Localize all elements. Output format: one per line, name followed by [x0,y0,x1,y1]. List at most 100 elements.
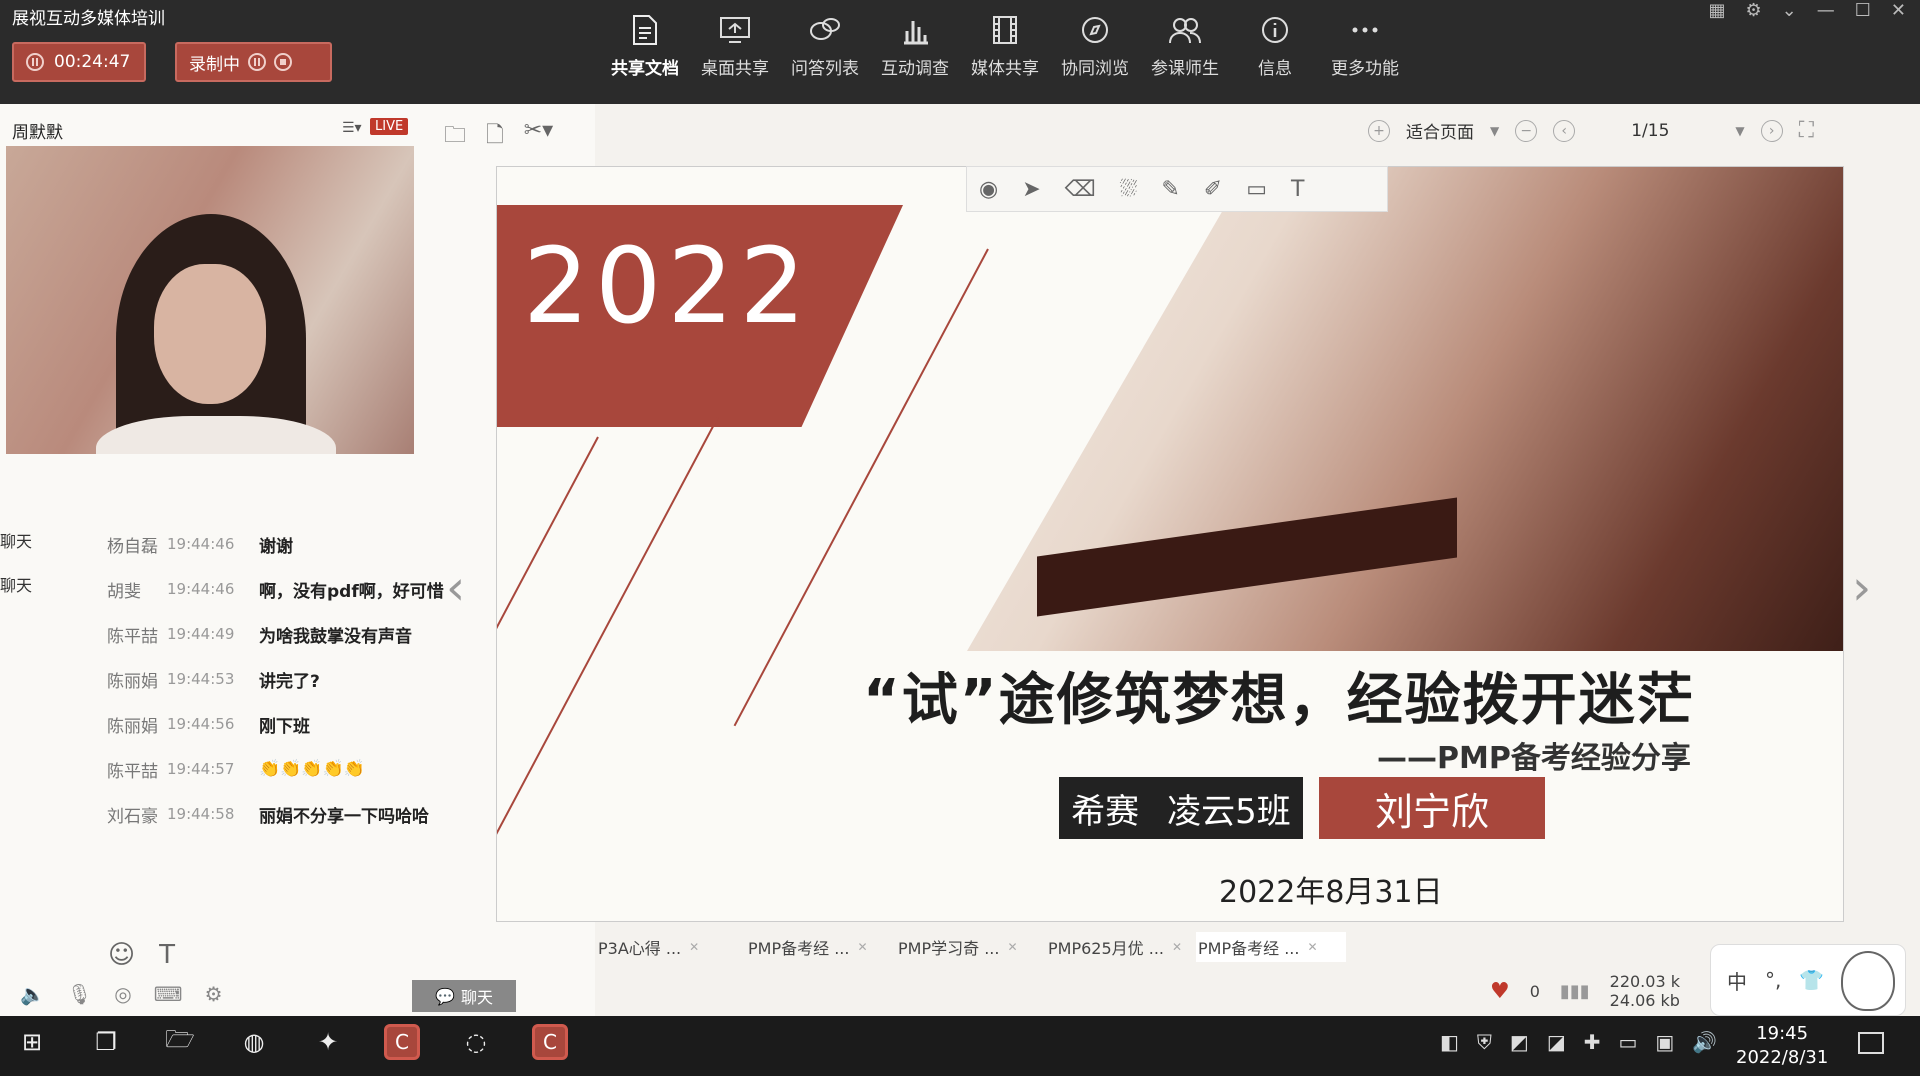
chat-message: 陈平喆 19:44:57 👏👏👏👏👏 [107,759,365,782]
cursor-icon[interactable]: ➤ [1022,177,1040,202]
doc-tab[interactable]: P3A心得 ... ✕ [596,932,746,962]
highlighter-icon[interactable]: ✐ [1204,177,1222,202]
tool-label: 更多功能 [1331,59,1399,79]
close-tab-icon[interactable]: ✕ [1307,940,1317,954]
settings-gear-icon[interactable]: ⚙ [205,982,223,1006]
dropdown-icon[interactable]: ⌄ [1782,0,1797,21]
system-clock[interactable]: 19:45 2022/8/31 [1736,1022,1828,1070]
maximize-icon[interactable]: ☐ [1855,0,1871,21]
tool-survey[interactable]: 互动调查 [870,12,960,79]
keyboard-icon[interactable]: ⌨ [154,982,183,1006]
tool-info[interactable]: 信息 [1230,12,1320,79]
doc-tab[interactable]: PMP学习奇 ... ✕ [896,932,1046,962]
training-app-icon[interactable]: C [384,1024,420,1060]
close-tab-icon[interactable]: ✕ [689,940,699,954]
chat-message: 刘石豪 19:44:58 丽娟不分享一下吗哈哈 [107,805,429,827]
settings-icon[interactable]: ⚙ [1746,0,1762,21]
scissors-icon[interactable]: ✂▾ [524,118,553,156]
grid-icon[interactable]: ▦ [1709,0,1726,21]
tool-more[interactable]: 更多功能 [1320,12,1410,79]
chat-tab[interactable]: 聊天 [0,572,32,596]
fullscreen-icon[interactable]: ⛶ [1799,118,1814,143]
ime-widget[interactable]: 中 °, 👕 [1710,944,1906,1016]
laser-pointer-icon[interactable]: ◉ [979,177,998,202]
prev-page-icon[interactable]: ‹ [1553,119,1576,142]
close-tab-icon[interactable]: ✕ [857,940,867,954]
minimize-icon[interactable]: — [1817,0,1835,21]
doc-tab-active[interactable]: PMP备考经 ... ✕ [1196,932,1346,962]
chat-button[interactable]: 💬 聊天 [412,980,516,1012]
battery-icon[interactable]: ▭ [1618,1030,1637,1054]
training-app-icon[interactable]: C [532,1024,568,1060]
eraser-icon[interactable]: ⌫ [1065,177,1096,202]
security-icon[interactable]: ✚ [1584,1030,1601,1054]
tool-shared-docs[interactable]: 共享文档 [600,12,690,79]
close-tab-icon[interactable]: ✕ [1007,940,1017,954]
screen-share-icon [717,12,753,48]
rectangle-icon[interactable]: ▭ [1246,177,1267,202]
volume-icon[interactable]: 🔊 [1692,1030,1717,1054]
clock-date: 2022/8/31 [1736,1047,1829,1068]
prev-slide-arrow-icon[interactable]: ‹ [446,560,465,616]
shield-icon[interactable]: ⛨ [1477,1030,1492,1054]
compass-icon [1077,12,1113,48]
pen-icon[interactable]: ✎ [1161,177,1179,202]
tool-media-share[interactable]: 媒体共享 [960,12,1050,79]
slide-canvas[interactable]: 2022 “试”途修筑梦想，经验拨开迷茫 ——PMP备考经验分享 希赛 凌云5班… [496,166,1844,922]
new-file-icon[interactable]: 🗋 [486,118,504,156]
chat-tab[interactable]: 聊天 [0,528,32,552]
tray-app-icon[interactable]: ◧ [1440,1030,1459,1054]
chat-app-icon[interactable]: ◌ [458,1024,494,1060]
heart-icon[interactable]: ♥ [1490,979,1510,1004]
microphone-icon[interactable]: 🎙 [67,982,92,1006]
zoom-out-icon[interactable]: − [1515,119,1538,142]
stop-recording-icon[interactable] [274,53,292,71]
text-tool-icon[interactable]: T [1291,177,1304,202]
fit-page-select[interactable]: 适合页面 [1406,118,1474,143]
clear-icon[interactable]: ⛆ [1120,177,1138,202]
session-timer-button[interactable]: 00:24:47 [12,42,146,82]
speaker-icon[interactable]: 🔈 [20,982,45,1006]
app-icon[interactable]: ✦ [310,1024,346,1060]
page-dropdown-icon[interactable]: ▼ [1735,124,1744,138]
tool-label: 共享文档 [611,59,679,79]
taskbar: ⊞ ❐ 🗁 ◍ ✦ C ◌ C ◧ ⛨ ◩ ◪ ✚ ▭ ▣ 🔊 19:45 20… [0,1016,1920,1076]
tool-label: 桌面共享 [701,59,769,79]
tray-app-icon[interactable]: ◪ [1547,1030,1566,1054]
session-timer: 00:24:47 [54,52,131,72]
ime-language[interactable]: 中 [1727,966,1747,995]
close-icon[interactable]: ✕ [1891,0,1906,21]
zoom-in-icon[interactable]: + [1368,119,1390,142]
page-indicator[interactable]: 1/15 [1631,121,1669,141]
chevron-down-icon[interactable]: ▼ [1490,124,1499,138]
tool-label: 问答列表 [791,59,859,79]
file-explorer-icon[interactable]: 🗁 [162,1024,198,1060]
tray-app-icon[interactable]: ◩ [1510,1030,1529,1054]
emoji-icon[interactable]: ☺ [108,940,135,970]
browser-icon[interactable]: ◍ [236,1024,272,1060]
windows-start-icon[interactable]: ⊞ [14,1024,50,1060]
close-tab-icon[interactable]: ✕ [1172,940,1182,954]
next-page-icon[interactable]: › [1760,119,1783,142]
pause-recording-icon[interactable] [248,53,266,71]
tool-co-browse[interactable]: 协同浏览 [1050,12,1140,79]
text-format-icon[interactable]: T [159,940,175,970]
shirt-icon[interactable]: 👕 [1799,968,1824,992]
signal-icon: ▮▮▮ [1559,980,1590,1002]
next-slide-arrow-icon[interactable]: › [1852,560,1871,616]
list-menu-icon[interactable]: ☰▾ [342,120,362,136]
tool-participants[interactable]: 参课师生 [1140,12,1230,79]
doc-tab[interactable]: PMP625月优 ... ✕ [1046,932,1196,962]
punctuation-icon[interactable]: °, [1765,968,1781,992]
tool-desktop-share[interactable]: 桌面共享 [690,12,780,79]
camera-icon[interactable]: ◎ [114,982,131,1006]
task-view-icon[interactable]: ❐ [88,1024,124,1060]
network-icon[interactable]: ▣ [1655,1030,1674,1054]
tool-qa-list[interactable]: 问答列表 [780,12,870,79]
recording-button[interactable]: 录制中 [175,42,332,82]
notification-icon[interactable] [1858,1032,1884,1054]
app-title: 展视互动多媒体培训 [12,9,165,29]
open-folder-icon[interactable]: 🗀 [444,118,466,156]
doc-tab[interactable]: PMP备考经 ... ✕ [746,932,896,962]
slide-headline: “试”途修筑梦想，经验拨开迷茫 [863,668,1695,733]
